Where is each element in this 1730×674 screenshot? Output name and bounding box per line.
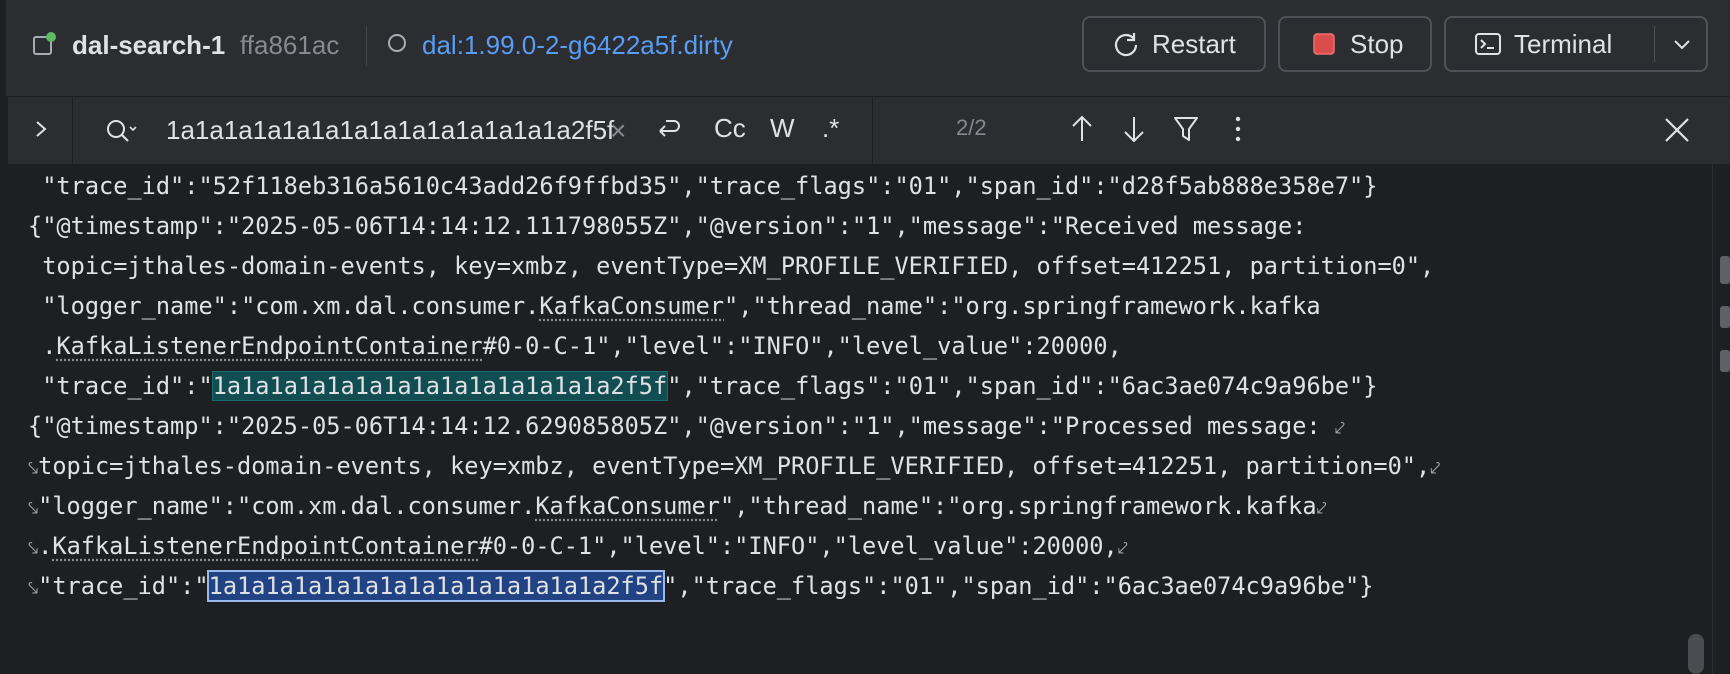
log-text: topic=jthales-domain-events, key=xmbz, e…: [28, 252, 1435, 280]
container-name: dal-search-1: [72, 30, 226, 60]
arrow-up-icon[interactable]: [1068, 113, 1096, 145]
stop-icon: [1313, 33, 1335, 55]
log-line: "logger_name":"com.xm.dal.consumer.Kafka…: [28, 284, 1321, 328]
find-bar: 1a1a1a1a1a1a1a1a1a1a1a1a1a1a2f5f × Cc W …: [8, 96, 1730, 165]
class-name-link[interactable]: KafkaListenerEndpointContainer: [52, 532, 478, 560]
search-match: 1a1a1a1a1a1a1a1a1a1a1a1a1a1a2f5f: [211, 371, 669, 401]
log-text: "trace_id":"52f118eb316a5610c43add26f9ff…: [28, 172, 1378, 200]
stop-label: Stop: [1350, 28, 1404, 59]
log-text: "trace_id":": [28, 372, 213, 400]
log-text: .: [28, 332, 57, 360]
restart-icon: [1114, 33, 1138, 57]
restart-button[interactable]: Restart: [1082, 16, 1266, 72]
log-line: topic=jthales-domain-events, key=xmbz, e…: [28, 244, 1434, 288]
log-text: {"@timestamp":"2025-05-06T14:14:12.11179…: [28, 212, 1307, 240]
log-text: "logger_name":"com.xm.dal.consumer.: [28, 292, 540, 320]
current-search-match: 1a1a1a1a1a1a1a1a1a1a1a1a1a1a2f5f: [206, 570, 666, 602]
close-icon[interactable]: [1660, 113, 1694, 147]
log-text: ","thread_name":"org.springframework.kaf…: [724, 292, 1321, 320]
chevron-right-icon[interactable]: [30, 117, 52, 141]
soft-wrap-end-icon: ⤦: [1334, 418, 1345, 439]
log-text: .: [38, 532, 53, 560]
strip-marker[interactable]: [1720, 350, 1730, 372]
container-toolbar: dal-search-1 ffa861ac dal:1.99.0-2-g6422…: [0, 0, 1730, 96]
terminal-icon: [1475, 33, 1501, 55]
log-line: ⤥"logger_name":"com.xm.dal.consumer.Kafk…: [28, 484, 1327, 528]
log-line: {"@timestamp":"2025-05-06T14:14:12.62908…: [28, 404, 1345, 448]
log-line: ⤥topic=jthales-domain-events, key=xmbz, …: [28, 444, 1440, 488]
terminal-button[interactable]: Terminal: [1444, 16, 1708, 72]
log-text: {"@timestamp":"2025-05-06T14:14:12.62908…: [28, 412, 1335, 440]
soft-wrap-end-icon: ⤦: [1316, 498, 1327, 519]
log-line: ⤥.KafkaListenerEndpointContainer#0-0-C-1…: [28, 524, 1128, 568]
regex-toggle[interactable]: .*: [822, 113, 839, 144]
log-line: .KafkaListenerEndpointContainer#0-0-C-1"…: [28, 324, 1122, 368]
container-running-icon: [33, 32, 56, 55]
soft-wrap-start-icon: ⤥: [28, 578, 39, 599]
class-name-link[interactable]: KafkaConsumer: [535, 492, 720, 520]
chevron-down-icon[interactable]: [1672, 34, 1692, 54]
terminal-split-divider: [1654, 26, 1655, 62]
log-text: "trace_id":": [38, 572, 209, 600]
log-line: "trace_id":"52f118eb316a5610c43add26f9ff…: [28, 164, 1377, 208]
log-text: #0-0-C-1","level":"INFO","level_value":2…: [478, 532, 1118, 560]
find-bar-divider: [72, 97, 73, 165]
vertical-scrollbar-track[interactable]: [1682, 164, 1712, 674]
soft-wrap-start-icon: ⤥: [28, 538, 39, 559]
soft-wrap-end-icon: ⤦: [1117, 538, 1128, 559]
image-link[interactable]: dal:1.99.0-2-g6422a5f.dirty: [422, 30, 733, 61]
class-name-link[interactable]: KafkaConsumer: [539, 292, 724, 320]
terminal-label: Terminal: [1514, 28, 1613, 59]
side-strip: [1712, 164, 1730, 674]
soft-wrap-end-icon: ⤦: [1430, 458, 1441, 479]
soft-wrap-start-icon: ⤥: [28, 498, 39, 519]
image-status-icon: [388, 34, 406, 52]
log-line: "trace_id":"1a1a1a1a1a1a1a1a1a1a1a1a1a1a…: [28, 364, 1377, 408]
toolbar-divider: [366, 26, 367, 66]
class-name-link[interactable]: KafkaListenerEndpointContainer: [56, 332, 482, 360]
strip-marker[interactable]: [1720, 306, 1730, 328]
strip-marker[interactable]: [1720, 256, 1730, 284]
log-text: ","trace_flags":"01","span_id":"6ac3ae07…: [667, 372, 1378, 400]
container-hash: ffa861ac: [240, 30, 340, 60]
log-line: ⤥"trace_id":"1a1a1a1a1a1a1a1a1a1a1a1a1a1…: [28, 564, 1373, 608]
search-history-icon[interactable]: [104, 117, 140, 145]
search-input[interactable]: 1a1a1a1a1a1a1a1a1a1a1a1a1a1a2f5f: [166, 115, 614, 146]
match-count: 2/2: [956, 115, 987, 140]
arrow-down-icon[interactable]: [1120, 113, 1148, 145]
clear-search-icon[interactable]: ×: [610, 117, 626, 145]
more-options-icon[interactable]: [1224, 113, 1252, 145]
log-output[interactable]: "trace_id":"52f118eb316a5610c43add26f9ff…: [8, 164, 1682, 674]
log-text: topic=jthales-domain-events, key=xmbz, e…: [38, 452, 1431, 480]
log-text: #0-0-C-1","level":"INFO","level_value":2…: [482, 332, 1122, 360]
filter-icon[interactable]: [1172, 113, 1200, 145]
words-toggle[interactable]: W: [770, 113, 795, 144]
log-text: ","trace_flags":"01","span_id":"6ac3ae07…: [663, 572, 1374, 600]
stop-button[interactable]: Stop: [1278, 16, 1432, 72]
log-line: {"@timestamp":"2025-05-06T14:14:12.11179…: [28, 204, 1306, 248]
restart-label: Restart: [1152, 28, 1236, 59]
match-case-toggle[interactable]: Cc: [714, 113, 746, 144]
soft-wrap-icon[interactable]: [654, 117, 684, 145]
vertical-scrollbar-thumb[interactable]: [1688, 634, 1704, 674]
soft-wrap-start-icon: ⤥: [28, 458, 39, 479]
log-text: "logger_name":"com.xm.dal.consumer.: [38, 492, 536, 520]
find-bar-divider: [872, 97, 873, 165]
log-text: ","thread_name":"org.springframework.kaf…: [719, 492, 1317, 520]
